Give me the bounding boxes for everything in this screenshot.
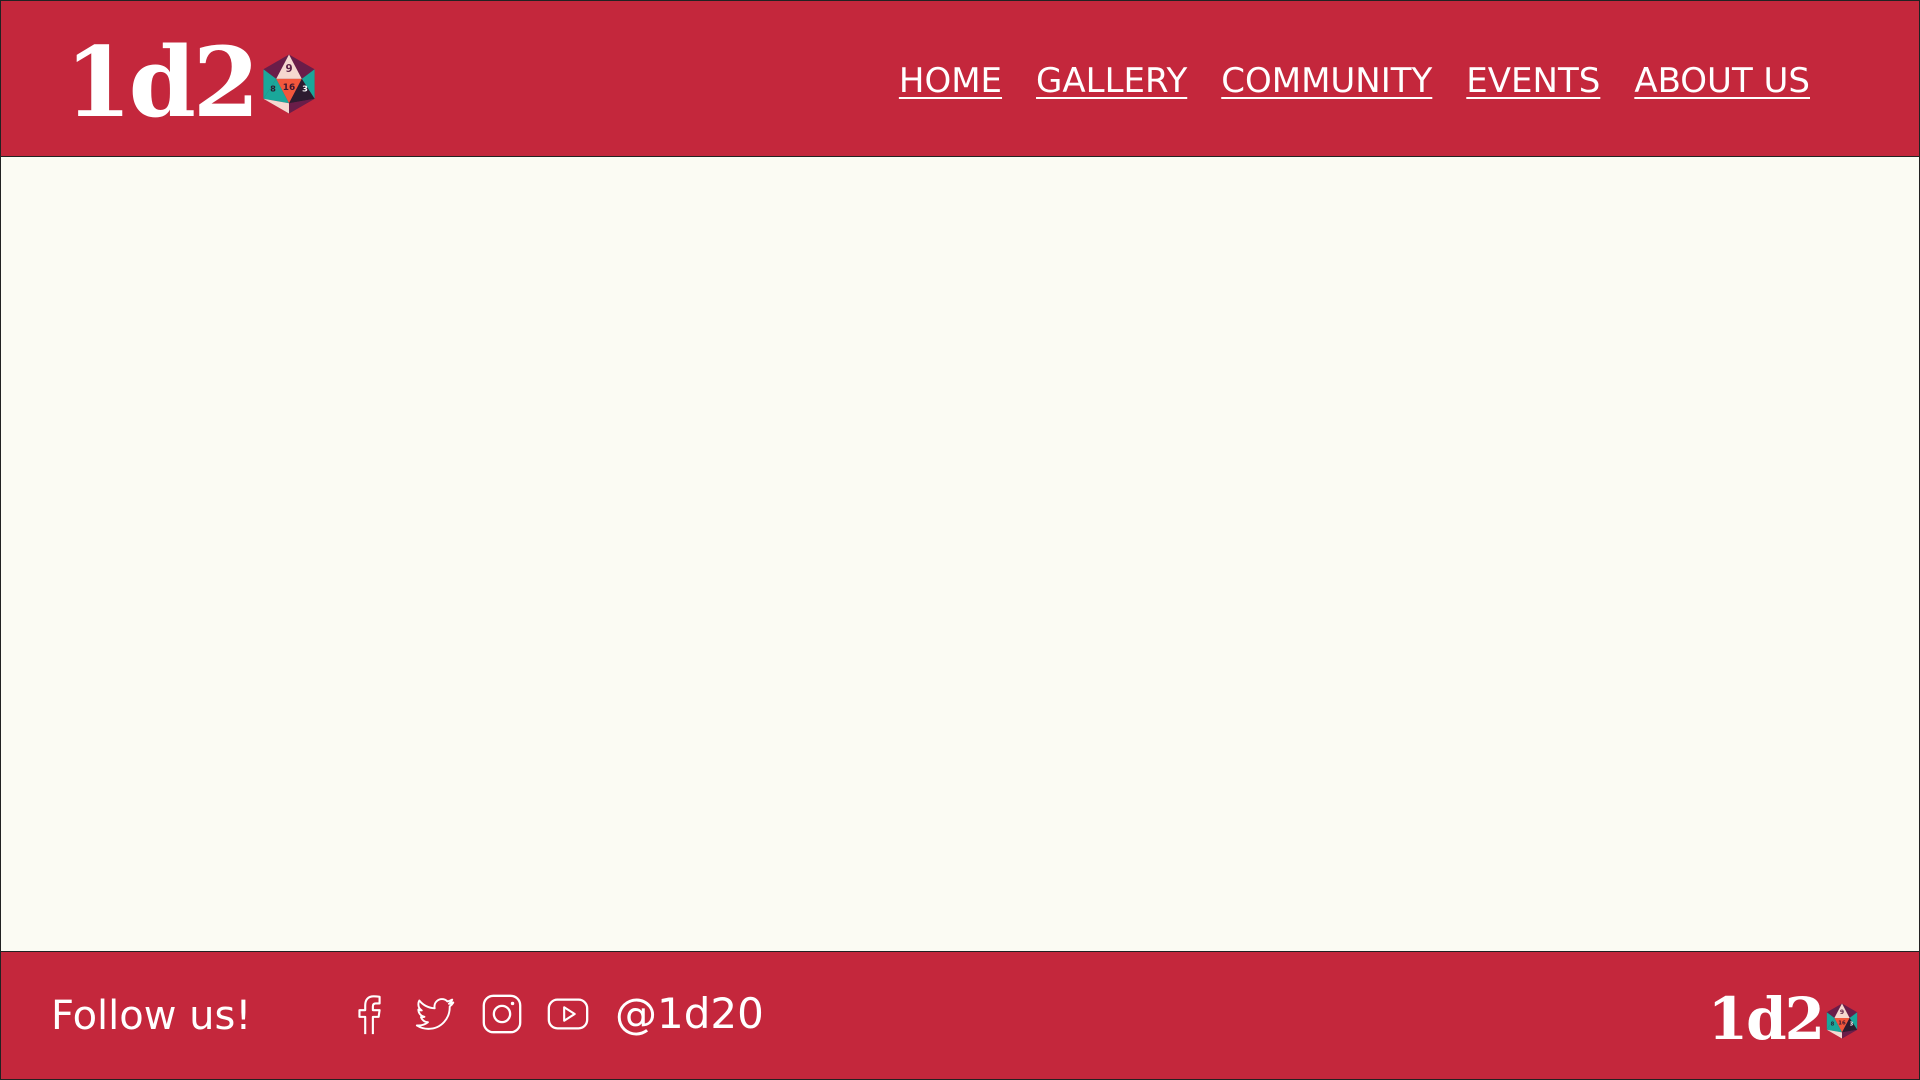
- main-navigation: HOME GALLERY COMMUNITY EVENTS ABOUT US: [899, 59, 1810, 103]
- nav-gallery-link[interactable]: GALLERY: [1036, 59, 1187, 103]
- svg-text:3: 3: [302, 84, 308, 94]
- follow-us-label: Follow us!: [51, 993, 252, 1039]
- header-logo[interactable]: 1d2 9 16 8 3: [65, 35, 321, 131]
- twitter-icon[interactable]: [413, 991, 459, 1037]
- social-handle[interactable]: @1d20: [615, 990, 764, 1038]
- facebook-icon[interactable]: [347, 991, 393, 1037]
- d20-die-icon: 9 16 8 3: [263, 54, 315, 114]
- youtube-icon[interactable]: [545, 991, 591, 1037]
- footer-logo-text: 1d2: [1707, 985, 1825, 1053]
- svg-text:8: 8: [270, 84, 276, 94]
- instagram-icon[interactable]: [479, 991, 525, 1037]
- page: 1d2 9 16 8 3 HOME GALLERY COMMUNITY EVEN…: [0, 0, 1920, 1080]
- svg-text:9: 9: [285, 63, 292, 75]
- footer-bar: Follow us! @1d20 1d2 9 16 8 3: [1, 951, 1919, 1079]
- svg-text:9: 9: [1840, 1009, 1844, 1016]
- header-logo-text: 1d2: [65, 26, 260, 139]
- nav-home-link[interactable]: HOME: [899, 59, 1002, 103]
- svg-text:16: 16: [282, 83, 294, 93]
- svg-text:16: 16: [1838, 1020, 1846, 1026]
- footer-logo[interactable]: 1d2 9 16 8 3: [1708, 990, 1861, 1048]
- svg-text:8: 8: [1831, 1022, 1835, 1028]
- social-links: @1d20: [347, 990, 764, 1038]
- nav-community-link[interactable]: COMMUNITY: [1221, 59, 1432, 103]
- d20-die-icon: 9 16 8 3: [1826, 1003, 1858, 1039]
- svg-text:3: 3: [1850, 1022, 1854, 1028]
- nav-about-us-link[interactable]: ABOUT US: [1634, 59, 1810, 103]
- main-content-area: [1, 157, 1919, 953]
- nav-events-link[interactable]: EVENTS: [1466, 59, 1600, 103]
- top-navigation-bar: 1d2 9 16 8 3 HOME GALLERY COMMUNITY EVEN…: [1, 1, 1919, 157]
